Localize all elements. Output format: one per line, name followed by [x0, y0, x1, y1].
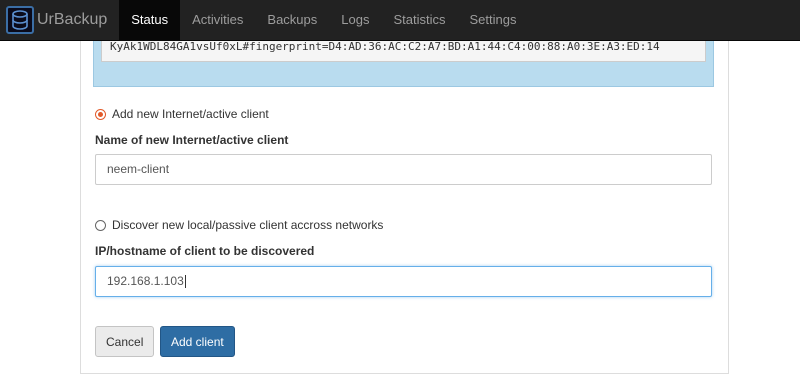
internet-client-option[interactable]: Add new Internet/active client — [95, 107, 269, 121]
text-caret — [184, 275, 186, 289]
add-client-panel: KyAk1WDL84GA1vsUf0xL#fingerprint=D4:AD:3… — [80, 30, 729, 374]
nav-item-statistics[interactable]: Statistics — [381, 0, 457, 40]
client-host-value: 192.168.1.103 — [107, 274, 184, 288]
database-icon — [6, 6, 34, 34]
client-host-input[interactable]: 192.168.1.103 — [95, 266, 712, 297]
internet-client-radio[interactable] — [95, 108, 106, 120]
nav-item-activities[interactable]: Activities — [180, 0, 255, 40]
add-client-button[interactable]: Add client — [160, 326, 235, 357]
nav-item-logs[interactable]: Logs — [329, 0, 381, 40]
nav-menu: Status Activities Backups Logs Statistic… — [119, 0, 528, 40]
client-name-label: Name of new Internet/active client — [95, 133, 289, 147]
client-name-input[interactable]: neem-client — [95, 154, 712, 185]
brand-name: UrBackup — [37, 11, 108, 28]
cancel-button[interactable]: Cancel — [95, 326, 155, 357]
local-client-radio[interactable] — [95, 219, 106, 231]
internet-client-radio-label: Add new Internet/active client — [112, 107, 269, 121]
nav-item-backups[interactable]: Backups — [255, 0, 329, 40]
nav-item-settings[interactable]: Settings — [458, 0, 529, 40]
nav-item-status[interactable]: Status — [119, 0, 181, 40]
client-host-label: IP/hostname of client to be discovered — [95, 244, 315, 258]
local-client-radio-label: Discover new local/passive client accros… — [112, 218, 384, 232]
local-client-option[interactable]: Discover new local/passive client accros… — [95, 218, 383, 232]
brand[interactable]: UrBackup — [0, 0, 107, 40]
top-navbar: UrBackup Status Activities Backups Logs … — [0, 0, 800, 41]
